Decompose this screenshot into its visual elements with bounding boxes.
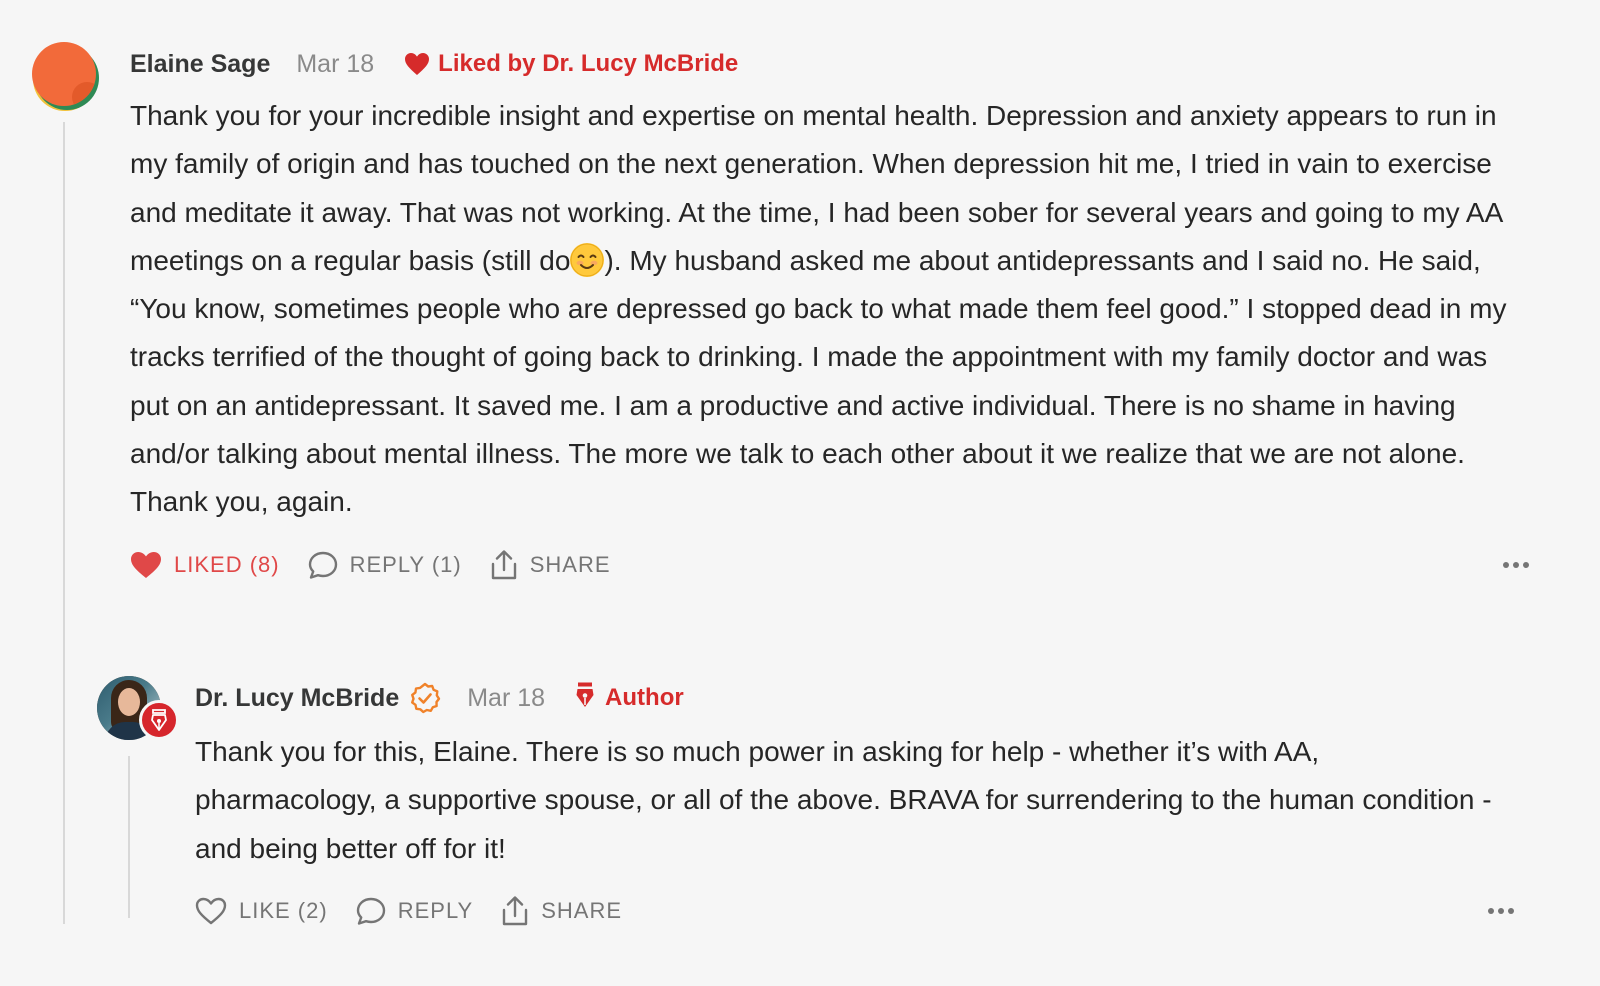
comment-meta: Elaine Sage Mar 18 Liked by Dr. Lucy McB…: [130, 42, 1530, 86]
comment-text-part: ). My husband asked me about antidepress…: [130, 244, 1507, 518]
reply-label: REPLY (1): [349, 551, 462, 577]
speech-bubble-icon: [308, 551, 338, 579]
share-icon: [501, 895, 529, 927]
comment-meta: Dr. Lucy McBride Mar 18 Author: [195, 676, 1515, 720]
comment-actions: LIKE (2) REPLY SHARE: [195, 891, 1515, 931]
thread-line[interactable]: [63, 122, 65, 924]
author-tag: Author: [575, 681, 684, 716]
more-options-icon[interactable]: [1502, 545, 1530, 585]
heart-icon: [404, 52, 430, 76]
thread-line[interactable]: [128, 756, 130, 918]
more-options-icon[interactable]: [1487, 891, 1515, 931]
reply-button[interactable]: REPLY (1): [308, 551, 462, 579]
liked-by-label: Liked by Dr. Lucy McBride: [438, 50, 739, 77]
speech-bubble-icon: [356, 897, 386, 925]
comment-date[interactable]: Mar 18: [296, 50, 374, 79]
smiling-face-icon: [570, 242, 605, 277]
reply-button[interactable]: REPLY: [356, 897, 474, 925]
share-button[interactable]: SHARE: [501, 895, 622, 927]
author-tag-label: Author: [605, 684, 684, 711]
comment-text: Thank you for this, Elaine. There is so …: [195, 736, 1492, 864]
like-button[interactable]: LIKE (2): [195, 897, 328, 925]
avatar-face: [118, 688, 140, 716]
pen-nib-icon: [575, 681, 595, 716]
heart-filled-icon: [130, 551, 162, 579]
share-icon: [490, 549, 518, 581]
avatar[interactable]: [32, 42, 96, 106]
heart-outline-icon: [195, 897, 227, 925]
reply-label: REPLY: [397, 897, 474, 923]
author-name[interactable]: Elaine Sage: [130, 50, 270, 79]
share-button[interactable]: SHARE: [490, 549, 611, 581]
liked-by-author-badge: Liked by Dr. Lucy McBride: [404, 50, 738, 78]
like-button[interactable]: LIKED (8): [130, 551, 280, 579]
share-label: SHARE: [529, 551, 611, 577]
like-label: LIKED (8): [174, 551, 280, 577]
comment-actions: LIKED (8) REPLY (1) SHARE: [130, 545, 1530, 585]
pen-nib-badge-icon: [139, 700, 179, 740]
verified-check-icon: [409, 682, 441, 714]
comment-date[interactable]: Mar 18: [467, 684, 545, 713]
comment-body: Elaine Sage Mar 18 Liked by Dr. Lucy McB…: [130, 42, 1530, 585]
comment-body: Dr. Lucy McBride Mar 18 Author Thank you…: [195, 676, 1515, 931]
like-label: LIKE (2): [239, 897, 328, 923]
author-name[interactable]: Dr. Lucy McBride: [195, 684, 399, 713]
comment-text: Thank you for your incredible insight an…: [130, 92, 1510, 527]
share-label: SHARE: [541, 897, 623, 923]
